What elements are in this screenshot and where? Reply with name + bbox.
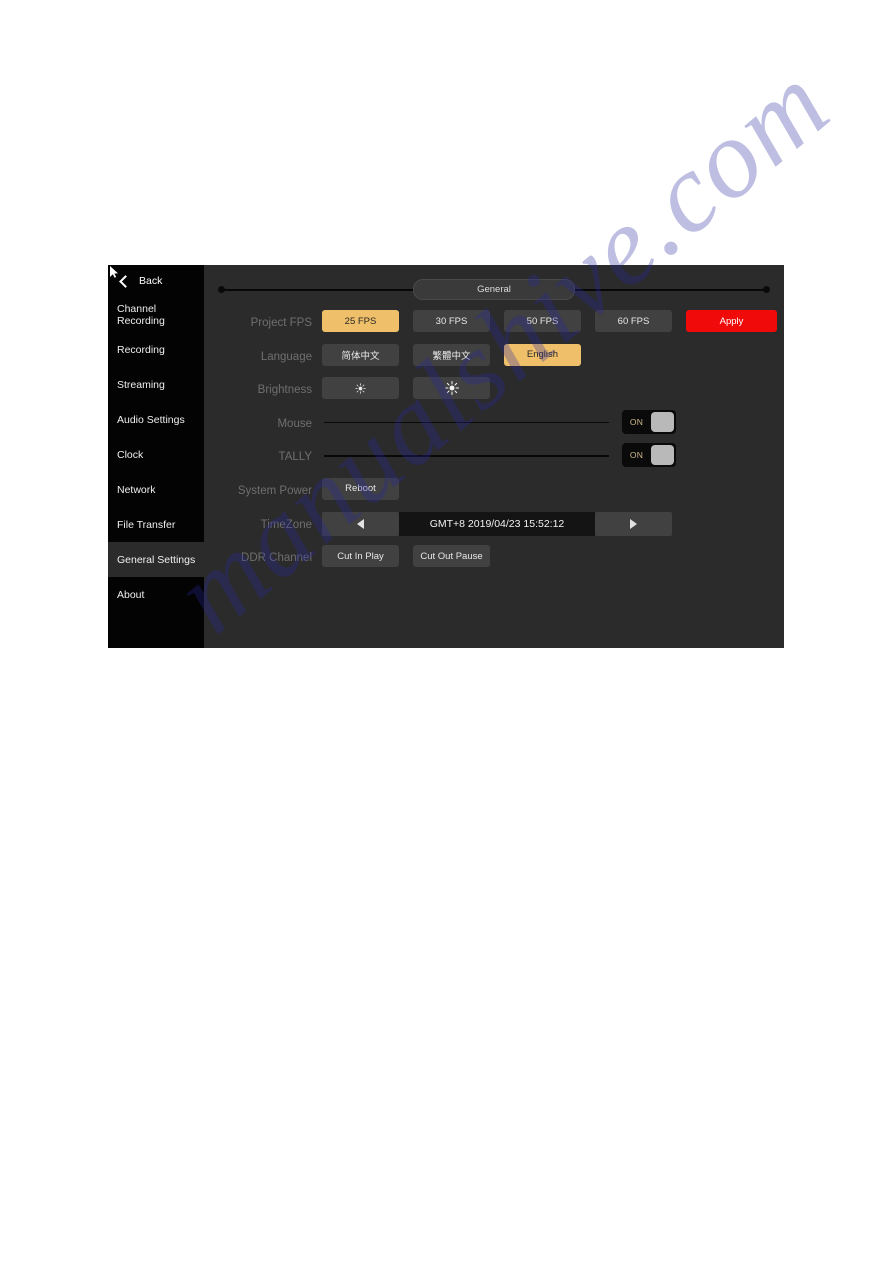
sidebar-item-label: File Transfer [117, 518, 176, 531]
row-ddr-channel: DDR Channel Cut In Play Cut Out Pause [204, 545, 784, 579]
sidebar-item-recording[interactable]: Recording [108, 332, 204, 367]
project-fps-label: Project FPS [250, 317, 312, 329]
timezone-previous-button[interactable] [322, 511, 399, 536]
project-fps-controls: 25 FPS 30 FPS 50 FPS 60 FPS Apply [322, 310, 778, 337]
row-system-power: System Power Reboot [204, 477, 784, 512]
system-power-controls: Reboot [322, 477, 778, 505]
tally-toggle[interactable]: ON [622, 443, 676, 468]
section-navigator: General [218, 279, 770, 301]
section-tab-label: General [477, 284, 511, 295]
sidebar-item-streaming[interactable]: Streaming [108, 367, 204, 402]
sidebar-item-audio-settings[interactable]: Audio Settings [108, 402, 204, 437]
toggle-knob [651, 445, 674, 466]
reboot-button[interactable]: Reboot [322, 477, 399, 500]
sidebar-item-channel-recording[interactable]: Channel Recording [108, 297, 204, 332]
fps-option-50[interactable]: 50 FPS [504, 310, 581, 332]
triangle-left-icon [357, 518, 364, 529]
main-content: General Project FPS 25 FPS 30 FPS 50 FPS… [204, 265, 784, 648]
row-mouse: Mouse ON [204, 409, 784, 445]
ddr-cut-out-pause-button[interactable]: Cut Out Pause [413, 545, 490, 568]
row-timezone: TimeZone GMT+8 2019/04/23 15:52:12 [204, 511, 784, 546]
apply-button[interactable]: Apply [686, 310, 777, 332]
fps-option-25[interactable]: 25 FPS [322, 310, 399, 332]
back-button[interactable]: Back [108, 265, 204, 297]
system-power-label: System Power [237, 484, 312, 497]
fps-option-60[interactable]: 60 FPS [595, 310, 672, 332]
language-controls: 简体中文 繁體中文 English [322, 343, 778, 371]
navigator-dot-right [763, 286, 770, 293]
tally-slider[interactable] [324, 455, 609, 457]
back-label: Back [139, 275, 163, 287]
sidebar-item-file-transfer[interactable]: File Transfer [108, 507, 204, 542]
tally-toggle-label: ON [629, 450, 644, 461]
row-project-fps: Project FPS 25 FPS 30 FPS 50 FPS 60 FPS … [204, 310, 784, 344]
timezone-controls: GMT+8 2019/04/23 15:52:12 [322, 511, 778, 539]
language-option-simplified-chinese[interactable]: 简体中文 [322, 343, 399, 366]
brightness-increase-button[interactable] [413, 377, 490, 400]
chevron-left-icon [119, 274, 132, 288]
sidebar-item-general-settings[interactable]: General Settings [108, 542, 204, 577]
sidebar-item-about[interactable]: About [108, 577, 204, 612]
sidebar-item-network[interactable]: Network [108, 472, 204, 507]
timezone-next-button[interactable] [595, 511, 672, 536]
sun-large-icon [444, 381, 459, 396]
sun-small-icon [355, 382, 366, 394]
language-option-english[interactable]: English [504, 343, 581, 366]
mouse-toggle-label: ON [629, 416, 644, 427]
language-option-traditional-chinese[interactable]: 繁體中文 [413, 343, 490, 366]
ddr-cut-in-play-button[interactable]: Cut In Play [322, 545, 399, 568]
timezone-label: TimeZone [260, 518, 312, 531]
tally-controls: ON [322, 443, 778, 471]
sidebar: Back Channel Recording Recording Streami… [108, 265, 204, 648]
sidebar-item-label: Recording [117, 343, 165, 356]
sidebar-item-label: Streaming [117, 378, 165, 391]
row-language: Language 简体中文 繁體中文 English [204, 343, 784, 378]
mouse-label: Mouse [277, 417, 312, 430]
language-label: Language [260, 350, 312, 363]
sidebar-item-label: Network [117, 483, 156, 496]
device-settings-panel: Back Channel Recording Recording Streami… [108, 265, 784, 648]
row-brightness: Brightness [204, 377, 784, 411]
settings-rows: Project FPS 25 FPS 30 FPS 50 FPS 60 FPS … [204, 310, 784, 579]
timezone-value[interactable]: GMT+8 2019/04/23 15:52:12 [399, 511, 595, 536]
ddr-channel-label: DDR Channel [241, 552, 312, 565]
mouse-slider[interactable] [324, 421, 609, 424]
ddr-channel-controls: Cut In Play Cut Out Pause [322, 545, 778, 572]
sidebar-item-clock[interactable]: Clock [108, 437, 204, 472]
tally-label: TALLY [278, 451, 312, 464]
sidebar-item-label: Clock [117, 448, 144, 461]
section-tab-general[interactable]: General [413, 279, 575, 300]
triangle-right-icon [630, 518, 637, 529]
mouse-controls: ON [322, 409, 778, 438]
sidebar-item-label: Channel Recording [117, 302, 165, 327]
mouse-toggle[interactable]: ON [622, 409, 676, 434]
navigator-dot-left [218, 286, 225, 293]
sidebar-item-label: About [117, 588, 145, 601]
row-tally: TALLY ON [204, 443, 784, 478]
brightness-label: Brightness [257, 384, 312, 397]
sidebar-item-label: Audio Settings [117, 413, 185, 426]
toggle-knob [651, 411, 674, 432]
brightness-controls [322, 377, 778, 404]
brightness-decrease-button[interactable] [322, 377, 399, 400]
sidebar-item-label: General Settings [117, 553, 196, 566]
fps-option-30[interactable]: 30 FPS [413, 310, 490, 332]
mouse-cursor-icon [110, 266, 118, 278]
